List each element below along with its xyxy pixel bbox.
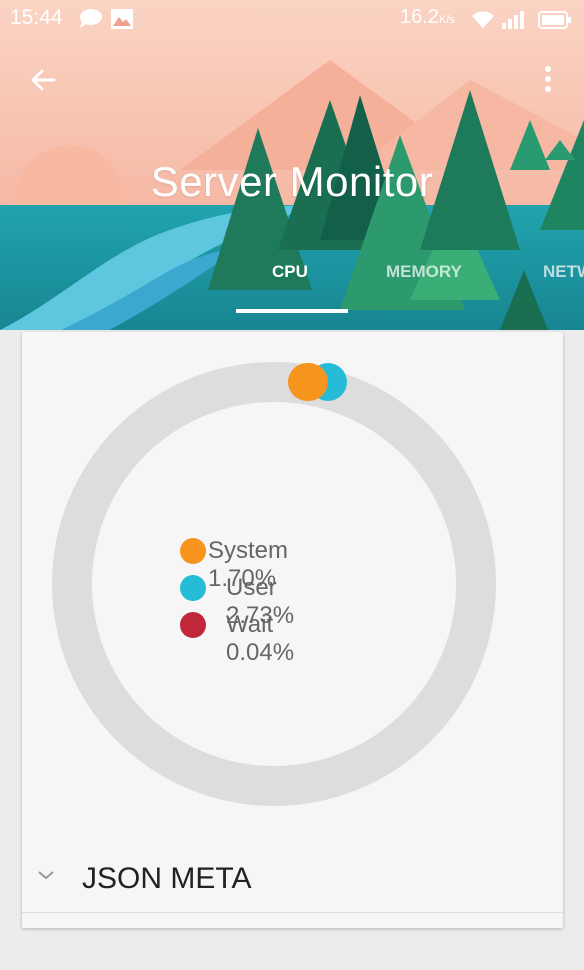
more-vert-icon[interactable] — [536, 64, 560, 96]
wifi-icon — [472, 11, 494, 28]
cpu-card: System 1.70% User 2.73% Wait 0.04% JSON … — [22, 332, 563, 928]
signal-icon — [502, 11, 524, 29]
tab-memory[interactable]: MEMORY — [386, 262, 462, 282]
system-color-dot — [180, 538, 206, 564]
system-segment-cap — [288, 363, 328, 401]
image-icon — [111, 9, 133, 29]
status-bar: 15:44 16.2K/s — [0, 0, 584, 38]
tab-cpu[interactable]: CPU — [272, 262, 308, 282]
battery-icon — [538, 11, 571, 29]
chat-bubble-icon — [80, 9, 102, 28]
user-color-dot — [180, 575, 206, 601]
json-meta-label: JSON META — [82, 862, 252, 895]
json-meta-row[interactable]: JSON META — [22, 842, 563, 913]
arrow-back-icon[interactable] — [26, 62, 62, 98]
network-speed: 16.2K/s — [400, 6, 455, 28]
tab-bar: CPU MEMORY NETW — [0, 262, 584, 314]
tab-indicator — [236, 309, 348, 313]
wait-color-dot — [180, 612, 206, 638]
page-title: Server Monitor — [150, 158, 434, 205]
chevron-down-icon[interactable] — [36, 868, 56, 882]
tab-network[interactable]: NETW — [543, 262, 584, 282]
status-time: 15:44 — [10, 6, 63, 29]
